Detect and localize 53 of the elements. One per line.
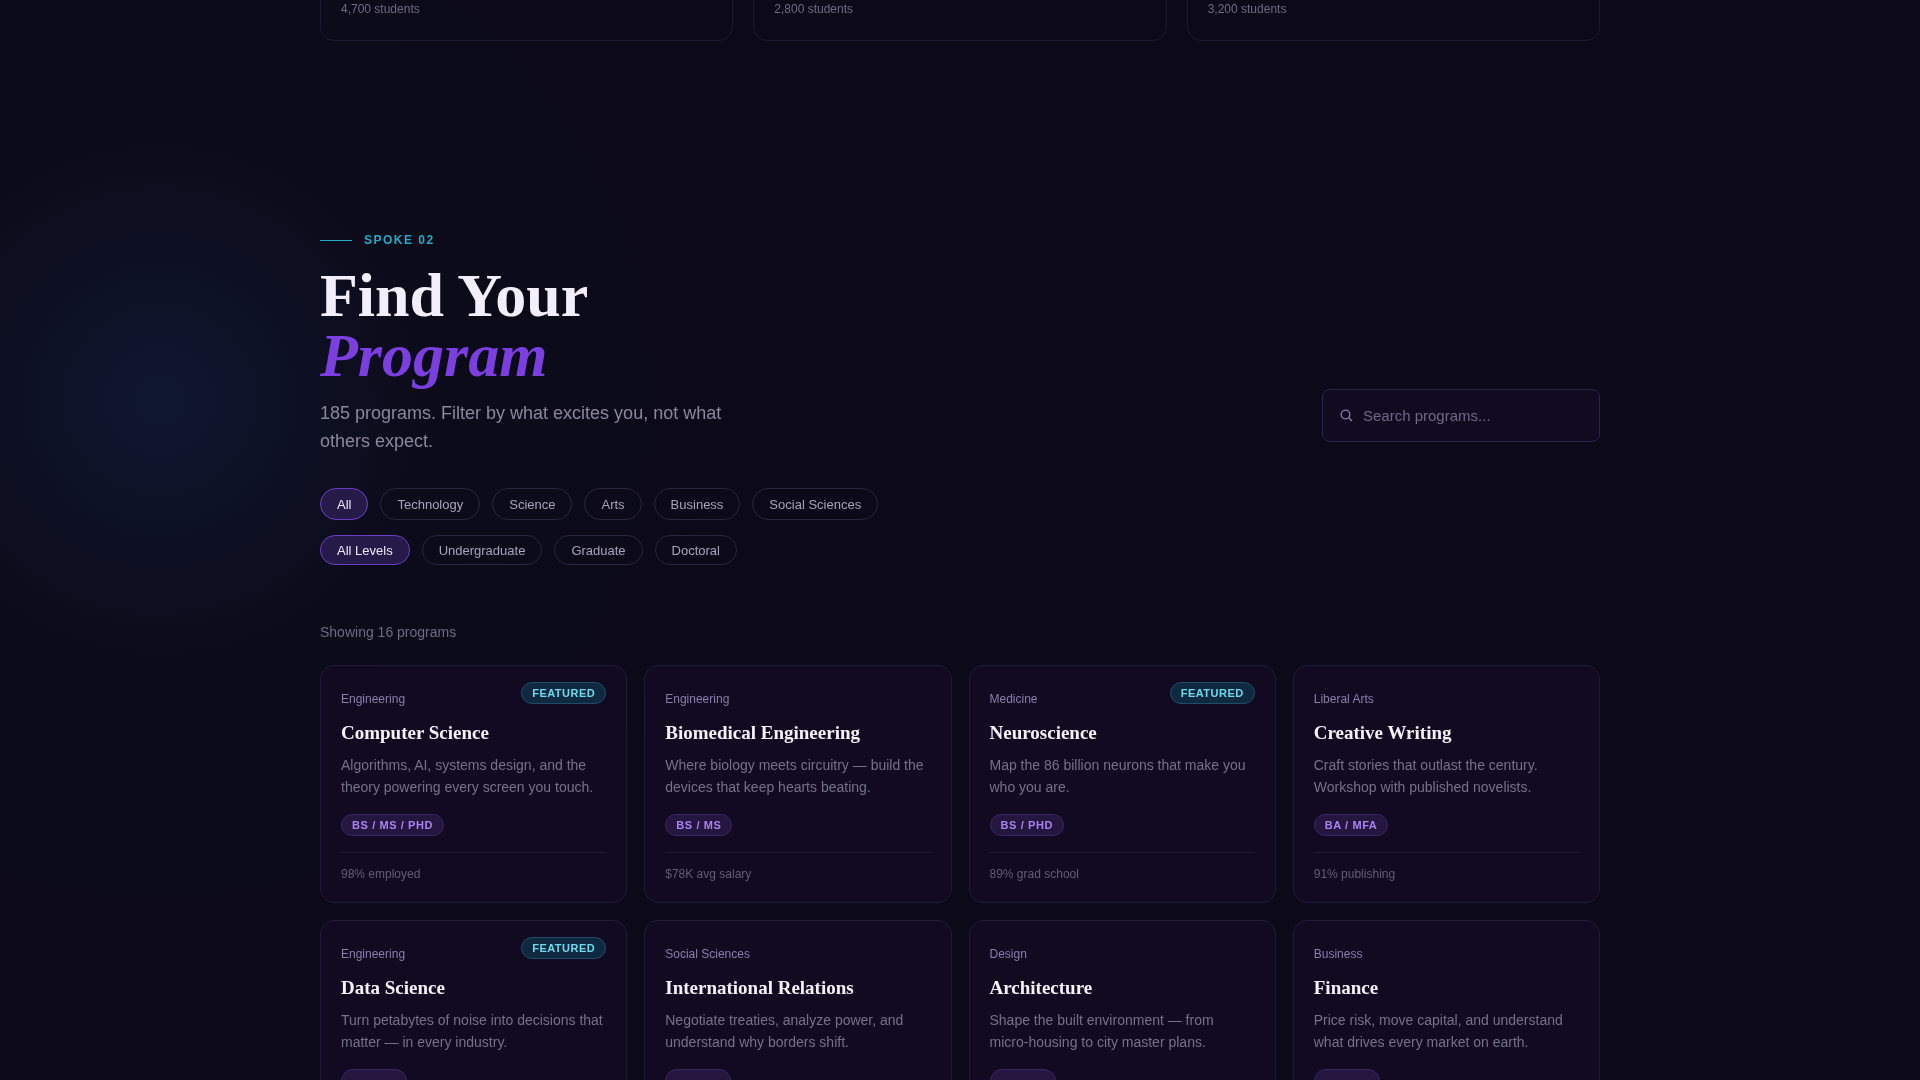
search-field[interactable]: Search programs... [1322, 389, 1600, 442]
program-stat: 98% employed [341, 867, 421, 881]
program-title: Computer Science [341, 722, 489, 744]
student-count: 2,800 students [774, 1, 854, 17]
filter-chip[interactable]: All Levels [320, 535, 410, 565]
category-label: Social Sciences [665, 947, 750, 961]
program-description: Algorithms, AI, systems design, and the theory powering every screen you touch. [341, 756, 595, 797]
category-label: Design [989, 947, 1027, 961]
program-stat: $78K avg salary [665, 867, 752, 881]
category-label: Business [1313, 947, 1363, 961]
program-description: Negotiate treaties, analyze power, and understand why borders shift. [665, 1011, 905, 1052]
featured-badge: FEATURED [521, 682, 607, 704]
program-card[interactable]: Engineering Biomedical Engineering Where biology meets circuitry — build the devices that keep hearts beating. BS / MS $78K avg salary [644, 665, 952, 903]
student-count: 4,700 students [341, 1, 420, 17]
program-stat: 91% publishing [1313, 867, 1396, 881]
section-title: Find Your [320, 265, 589, 325]
program-title: Neuroscience [989, 722, 1097, 744]
program-card[interactable]: Engineering FEATURED Data Science Turn petabytes of noise into decisions that matter — in every industry. [320, 920, 628, 1080]
program-description: Map the 86 billion neurons that make you who you are. [989, 756, 1247, 797]
program-card[interactable]: Social Sciences International Relations Negotiate treaties, analyze power, and understand why borders shift. [644, 920, 952, 1080]
program-description: Price risk, move capital, and understand what drives every market on earth. [1313, 1011, 1564, 1052]
program-title: Data Science [341, 977, 445, 999]
category-label: Engineering [341, 692, 406, 706]
program-title: Creative Writing [1313, 722, 1452, 744]
featured-badge: FEATURED [1169, 682, 1255, 704]
filter-chip[interactable]: All [320, 488, 369, 520]
program-card[interactable]: Design Architecture Shape the built environment — from micro-housing to city master plans. [968, 920, 1276, 1080]
program-title: International Relations [665, 977, 854, 999]
results-count: Showing 16 programs [320, 624, 458, 640]
program-title: Biomedical Engineering [665, 722, 860, 744]
student-count: 3,200 students [1207, 1, 1287, 17]
program-title: Architecture [989, 977, 1093, 999]
section-eyebrow: SPOKE 02 [364, 233, 435, 247]
section-subtitle: 185 programs. Filter by what excites you, not what others expect. [320, 402, 723, 453]
program-title: Finance [1313, 977, 1379, 999]
program-card[interactable]: Liberal Arts Creative Writing Craft stories that outlast the century. Workshop with published novelists. BA / MFA 91% publishing [1292, 665, 1600, 903]
program-stat: 89% grad school [989, 867, 1079, 881]
program-card[interactable]: Engineering FEATURED Computer Science Algorithms, AI, systems design, and the theory powering every screen you touch. BS / MS / PHD 98% employed [320, 665, 628, 903]
category-label: Medicine [989, 692, 1038, 706]
category-label: Engineering [341, 947, 406, 961]
category-label: Engineering [665, 692, 730, 706]
category-label: Liberal Arts [1313, 692, 1374, 706]
program-card[interactable]: Business Finance Price risk, move capital, and understand what drives every market on earth. [1292, 920, 1600, 1080]
degree-badge: BS / MS [665, 814, 733, 836]
program-description: Shape the built environment — from micro-housing to city master plans. [989, 1011, 1215, 1052]
program-description: Where biology meets circuitry — build the devices that keep hearts beating. [665, 756, 925, 797]
program-card[interactable]: Medicine FEATURED Neuroscience Map the 86 billion neurons that make you who you are. BS / PHD 89% grad school [968, 665, 1276, 903]
featured-badge: FEATURED [521, 937, 607, 959]
program-description: Craft stories that outlast the century. Workshop with published novelists. [1313, 756, 1539, 797]
program-description: Turn petabytes of noise into decisions that matter — in every industry. [341, 1011, 604, 1052]
degree-badge: BS / MS / PHD [341, 814, 445, 836]
degree-badge: BA / MFA [1313, 814, 1389, 836]
degree-badge: BS / PHD [989, 814, 1064, 836]
